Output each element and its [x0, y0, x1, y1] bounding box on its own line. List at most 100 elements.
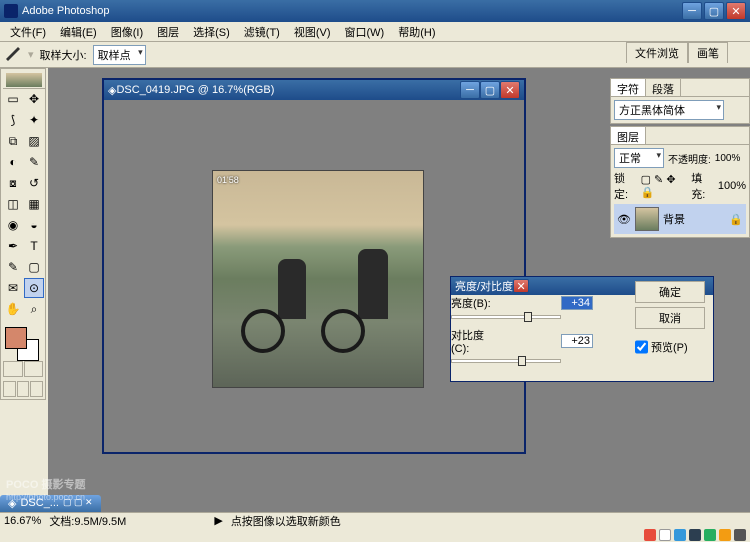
menu-layer[interactable]: 图层	[151, 22, 185, 42]
ok-button[interactable]: 确定	[635, 281, 705, 303]
navigator-thumb[interactable]	[6, 73, 42, 87]
opacity-label: 不透明度:	[668, 151, 711, 166]
layer-thumbnail[interactable]	[635, 207, 659, 231]
tray-icon-2[interactable]	[659, 529, 671, 541]
lock-icon: 🔒	[729, 213, 743, 226]
quickmask-off[interactable]	[3, 361, 23, 377]
contrast-input[interactable]: +23	[561, 334, 593, 348]
screen-full-menu[interactable]	[17, 381, 30, 397]
slice-tool[interactable]: ▨	[24, 131, 44, 151]
type-tool[interactable]: T	[24, 236, 44, 256]
brightness-input[interactable]: +34	[561, 296, 593, 310]
fg-color[interactable]	[5, 327, 27, 349]
screen-std[interactable]	[3, 381, 16, 397]
notes-tool[interactable]: ✉	[3, 278, 23, 298]
tray-icon-5[interactable]	[704, 529, 716, 541]
eraser-tool[interactable]: ◫	[3, 194, 23, 214]
menu-help[interactable]: 帮助(H)	[392, 22, 441, 42]
sample-size-label: 取样大小:	[40, 47, 87, 63]
brightness-slider[interactable]	[451, 315, 561, 319]
hand-tool[interactable]: ✋	[3, 299, 23, 319]
path-tool[interactable]: ✒	[3, 236, 23, 256]
figure-standing	[358, 249, 388, 319]
fill-value[interactable]: 100%	[718, 180, 746, 192]
doc-close[interactable]: ✕	[500, 81, 520, 99]
tray	[644, 528, 746, 542]
task-bar	[0, 528, 750, 542]
blend-mode-dropdown[interactable]: 正常	[614, 148, 664, 168]
zoom-tool[interactable]: ⌕	[24, 299, 44, 319]
dodge-tool[interactable]: ◒	[24, 215, 44, 235]
doc-titlebar[interactable]: ◈ DSC_0419.JPG @ 16.7%(RGB) ─ ▢ ✕	[104, 80, 524, 100]
font-dropdown[interactable]: 方正黑体简体	[614, 100, 724, 120]
menu-select[interactable]: 选择(S)	[187, 22, 236, 42]
tab-brush[interactable]: 画笔	[688, 42, 728, 63]
menu-file[interactable]: 文件(F)	[4, 22, 52, 42]
lock-label: 锁定:	[614, 170, 637, 202]
tray-icon-3[interactable]	[674, 529, 686, 541]
shape-tool[interactable]: ▢	[24, 257, 44, 277]
brightness-thumb[interactable]	[524, 312, 532, 322]
tray-icon-1[interactable]	[644, 529, 656, 541]
app-icon	[4, 4, 18, 18]
tray-icon-6[interactable]	[719, 529, 731, 541]
eyedropper-tool[interactable]: ⊙	[24, 278, 44, 298]
doc-maximize[interactable]: ▢	[480, 81, 500, 99]
tab-file-browser[interactable]: 文件浏览	[626, 42, 688, 63]
pen-tool[interactable]: ✎	[3, 257, 23, 277]
brightness-label: 亮度(B):	[451, 295, 501, 311]
doc-size: 文档:9.5M/9.5M	[49, 513, 126, 529]
crop-tool[interactable]: ⧉	[3, 131, 23, 151]
heal-tool[interactable]: ◐	[3, 152, 23, 172]
stamp-tool[interactable]: ⧇	[3, 173, 23, 193]
brush-tool[interactable]: ✎	[24, 152, 44, 172]
marquee-tool[interactable]: ▭	[3, 89, 23, 109]
opacity-value[interactable]: 100%	[715, 153, 741, 164]
bike-wheel-rear	[321, 309, 365, 353]
dialog-close[interactable]: ✕	[513, 279, 529, 293]
screen-full[interactable]	[30, 381, 43, 397]
lasso-tool[interactable]: ⟆	[3, 110, 23, 130]
menu-image[interactable]: 图像(I)	[105, 22, 149, 42]
photoshop-doc-icon: ◈	[108, 84, 116, 97]
visibility-icon[interactable]: 👁	[617, 213, 631, 226]
move-tool[interactable]: ✥	[24, 89, 44, 109]
status-bar: 16.67% 文档:9.5M/9.5M ▶ 点按图像以选取新颜色	[0, 512, 750, 528]
canvas[interactable]: 01'58	[212, 170, 424, 388]
brightness-contrast-dialog: 亮度/对比度 ✕ 亮度(B): +34 对比度(C): +23 确定 取消 预览…	[450, 276, 714, 382]
doc-minimize[interactable]: ─	[460, 81, 480, 99]
menu-bar: 文件(F) 编辑(E) 图像(I) 图层 选择(S) 滤镜(T) 视图(V) 窗…	[0, 22, 750, 42]
toolbox: ▭ ✥ ⟆ ✦ ⧉ ▨ ◐ ✎ ⧇ ↺ ◫ ▦ ◉ ◒ ✒ T ✎ ▢ ✉ ⊙ …	[0, 68, 46, 400]
tab-paragraph[interactable]: 段落	[646, 79, 681, 96]
menu-filter[interactable]: 滤镜(T)	[238, 22, 286, 42]
character-panel: 字符 段落 方正黑体简体	[610, 78, 750, 124]
preview-checkbox-row[interactable]: 预览(P)	[635, 339, 705, 355]
cancel-button[interactable]: 取消	[635, 307, 705, 329]
menu-view[interactable]: 视图(V)	[288, 22, 337, 42]
sample-size-dropdown[interactable]: 取样点	[93, 45, 146, 65]
layer-name[interactable]: 背景	[663, 211, 685, 227]
tab-character[interactable]: 字符	[611, 79, 646, 96]
tray-icon-7[interactable]	[734, 529, 746, 541]
menu-window[interactable]: 窗口(W)	[339, 22, 391, 42]
doc-title: DSC_0419.JPG @ 16.7%(RGB)	[116, 84, 460, 96]
eyedropper-icon	[6, 47, 22, 63]
close-button[interactable]: ✕	[726, 2, 746, 20]
quickmask-on[interactable]	[24, 361, 44, 377]
tab-layers[interactable]: 图层	[611, 127, 646, 144]
tray-icon-4[interactable]	[689, 529, 701, 541]
menu-edit[interactable]: 编辑(E)	[54, 22, 103, 42]
lock-icons[interactable]: ▢ ✎ ✥ 🔒	[641, 173, 688, 199]
contrast-thumb[interactable]	[518, 356, 526, 366]
blur-tool[interactable]: ◉	[3, 215, 23, 235]
gradient-tool[interactable]: ▦	[24, 194, 44, 214]
layer-row-background[interactable]: 👁 背景 🔒	[614, 204, 746, 234]
maximize-button[interactable]: ▢	[704, 2, 724, 20]
contrast-slider[interactable]	[451, 359, 561, 363]
minimize-button[interactable]: ─	[682, 2, 702, 20]
history-brush-tool[interactable]: ↺	[24, 173, 44, 193]
preview-checkbox[interactable]	[635, 339, 648, 355]
zoom-level[interactable]: 16.67%	[4, 515, 41, 527]
wand-tool[interactable]: ✦	[24, 110, 44, 130]
preview-label: 预览(P)	[651, 339, 688, 355]
